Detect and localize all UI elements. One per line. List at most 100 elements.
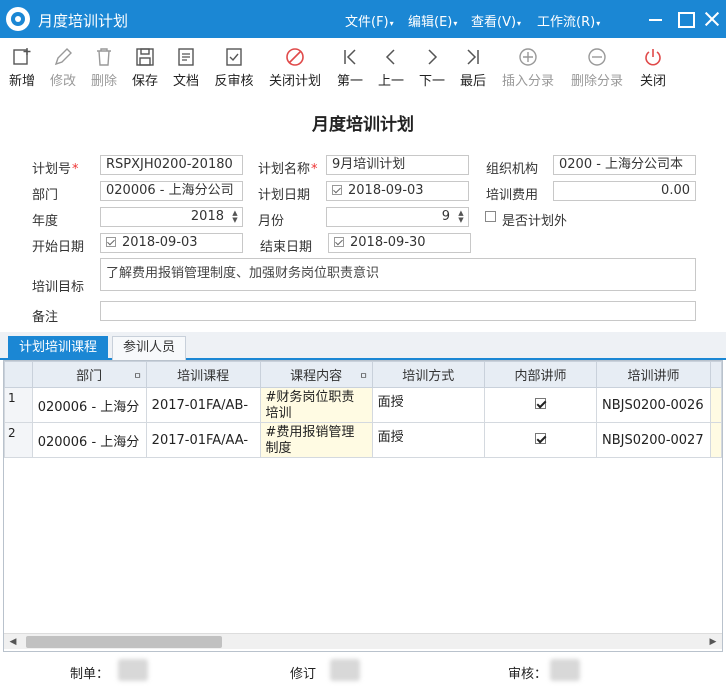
pin-icon[interactable]: ㅁ: [133, 369, 141, 382]
scroll-left-icon[interactable]: ◀: [6, 634, 20, 650]
unaudit-icon: [226, 48, 242, 66]
column-header-dept[interactable]: 部门ㅁ: [31, 361, 147, 388]
row-number: 2: [4, 422, 33, 458]
menu-file[interactable]: 文件(F)▾: [345, 11, 394, 30]
tab-plan-courses[interactable]: 计划培训课程: [8, 336, 109, 360]
scroll-thumb[interactable]: [26, 636, 222, 648]
delete-entry-button[interactable]: 删除分录: [568, 46, 626, 89]
extra-plan-checkbox[interactable]: [485, 211, 496, 222]
table-header-row: 部门ㅁ 培训课程 课程内容ㅁ 培训方式 内部讲师 培训讲师: [4, 361, 722, 388]
cell-overflow: [709, 387, 722, 423]
start-date-field[interactable]: 2018-09-03: [100, 233, 243, 253]
scroll-right-icon[interactable]: ▶: [706, 634, 720, 650]
minus-circle-icon: [588, 48, 606, 66]
dept-label: 部门: [32, 188, 59, 203]
document-button[interactable]: 文档: [170, 46, 202, 89]
close-window-button[interactable]: [701, 8, 723, 30]
month-label: 月份: [258, 214, 285, 229]
column-header-internal[interactable]: 内部讲师: [483, 361, 598, 388]
menu-edit[interactable]: 编辑(E)▾: [408, 11, 457, 30]
cell-method[interactable]: 面授: [371, 387, 485, 423]
toolbar: 新增 修改 删除 保存 文档 反审核 关闭计划 第一 上一 下一 最后 插入分录…: [0, 38, 726, 90]
column-header-lecturer[interactable]: 培训讲师: [596, 361, 711, 388]
start-date-checkbox[interactable]: [106, 237, 116, 247]
row-number: 1: [4, 387, 33, 423]
edit-button[interactable]: 修改: [47, 46, 79, 89]
forbidden-icon: [286, 48, 304, 66]
cell-content[interactable]: #财务岗位职责培训: [259, 387, 373, 423]
last-button[interactable]: 最后: [457, 46, 489, 89]
column-header-method[interactable]: 培训方式: [371, 361, 485, 388]
unaudit-button[interactable]: 反审核: [212, 46, 256, 89]
cell-course[interactable]: 2017-01FA/AA-: [145, 422, 261, 458]
goal-textarea[interactable]: 了解费用报销管理制度、加强财务岗位职责意识: [100, 258, 696, 291]
end-date-field[interactable]: 2018-09-30: [328, 233, 471, 253]
trash-icon: [97, 48, 111, 66]
new-button[interactable]: 新增: [6, 46, 38, 89]
org-label: 组织机构: [486, 162, 539, 177]
cost-field[interactable]: 0.00: [553, 181, 696, 201]
close-button[interactable]: 关闭: [637, 46, 669, 89]
table-row[interactable]: 1 020006 - 上海分 2017-01FA/AB- #财务岗位职责培训 面…: [4, 387, 722, 423]
cost-label: 培训费用: [486, 188, 539, 203]
window-title: 月度培训计划: [38, 12, 129, 30]
edit-icon: [54, 48, 72, 66]
plan-no-field[interactable]: RSPXJH0200-20180: [100, 155, 243, 175]
row-number-header: [4, 361, 33, 388]
internal-checkbox[interactable]: [534, 432, 546, 444]
table-row[interactable]: 2 020006 - 上海分 2017-01FA/AA- #费用报销管理制度 面…: [4, 422, 722, 458]
cell-lecturer[interactable]: NBJS0200-0026: [596, 387, 711, 423]
maximize-button[interactable]: [674, 8, 696, 30]
cell-lecturer[interactable]: NBJS0200-0027: [596, 422, 711, 458]
year-stepper[interactable]: 2018 ▲ ▼: [100, 207, 243, 227]
cell-overflow: [709, 422, 722, 458]
plan-date-field[interactable]: 2018-09-03: [326, 181, 469, 201]
column-header-course[interactable]: 培训课程: [145, 361, 261, 388]
title-bar: 月度培训计划 文件(F)▾ 编辑(E)▾ 查看(V)▾ 工作流(R)▾: [0, 0, 726, 38]
org-field[interactable]: 0200 - 上海分公司本: [553, 155, 696, 175]
chevron-left-icon: [385, 49, 395, 65]
dept-field[interactable]: 020006 - 上海分公司: [100, 181, 243, 201]
pin-icon[interactable]: ㅁ: [359, 369, 367, 382]
extra-plan-label: 是否计划外: [502, 214, 568, 229]
plan-name-field[interactable]: 9月培训计划: [326, 155, 469, 175]
column-header-content[interactable]: 课程内容ㅁ: [259, 361, 373, 388]
cell-course[interactable]: 2017-01FA/AB-: [145, 387, 261, 423]
document-icon: [178, 48, 194, 66]
cell-content[interactable]: #费用报销管理制度: [259, 422, 373, 458]
spin-arrows-icon[interactable]: ▲ ▼: [231, 210, 239, 224]
first-button[interactable]: 第一: [334, 46, 366, 89]
revise-redacted: [330, 659, 360, 681]
maker-redacted: [118, 659, 148, 681]
cell-dept[interactable]: 020006 - 上海分: [31, 422, 147, 458]
plan-date-label: 计划日期: [258, 188, 311, 203]
courses-grid: 部门ㅁ 培训课程 课程内容ㅁ 培训方式 内部讲师 培训讲师 1 020006 -…: [3, 360, 723, 652]
new-icon: [13, 48, 31, 65]
menu-workflow[interactable]: 工作流(R)▾: [537, 11, 600, 30]
spin-arrows-icon[interactable]: ▲ ▼: [457, 210, 465, 224]
year-label: 年度: [32, 214, 59, 229]
note-field[interactable]: [100, 301, 696, 321]
cell-method[interactable]: 面授: [371, 422, 485, 458]
insert-entry-button[interactable]: 插入分录: [499, 46, 557, 89]
delete-button[interactable]: 删除: [88, 46, 120, 89]
plus-circle-icon: [519, 48, 537, 66]
save-button[interactable]: 保存: [129, 46, 161, 89]
cell-internal[interactable]: [483, 422, 598, 458]
minimize-button[interactable]: [645, 8, 667, 30]
internal-checkbox[interactable]: [534, 397, 546, 409]
first-record-icon: [344, 49, 356, 65]
menu-view[interactable]: 查看(V)▾: [471, 11, 521, 30]
cell-internal[interactable]: [483, 387, 598, 423]
tab-attendees[interactable]: 参训人员: [112, 336, 187, 360]
prev-button[interactable]: 上一: [375, 46, 407, 89]
cell-dept[interactable]: 020006 - 上海分: [31, 387, 147, 423]
app-logo-icon: [6, 7, 30, 31]
next-button[interactable]: 下一: [416, 46, 448, 89]
month-stepper[interactable]: 9 ▲ ▼: [326, 207, 469, 227]
plan-date-checkbox[interactable]: [332, 185, 342, 195]
end-date-checkbox[interactable]: [334, 237, 344, 247]
revise-label: 修订: [290, 667, 317, 682]
close-plan-button[interactable]: 关闭计划: [266, 46, 324, 89]
horizontal-scrollbar[interactable]: ◀ ▶: [4, 633, 722, 649]
